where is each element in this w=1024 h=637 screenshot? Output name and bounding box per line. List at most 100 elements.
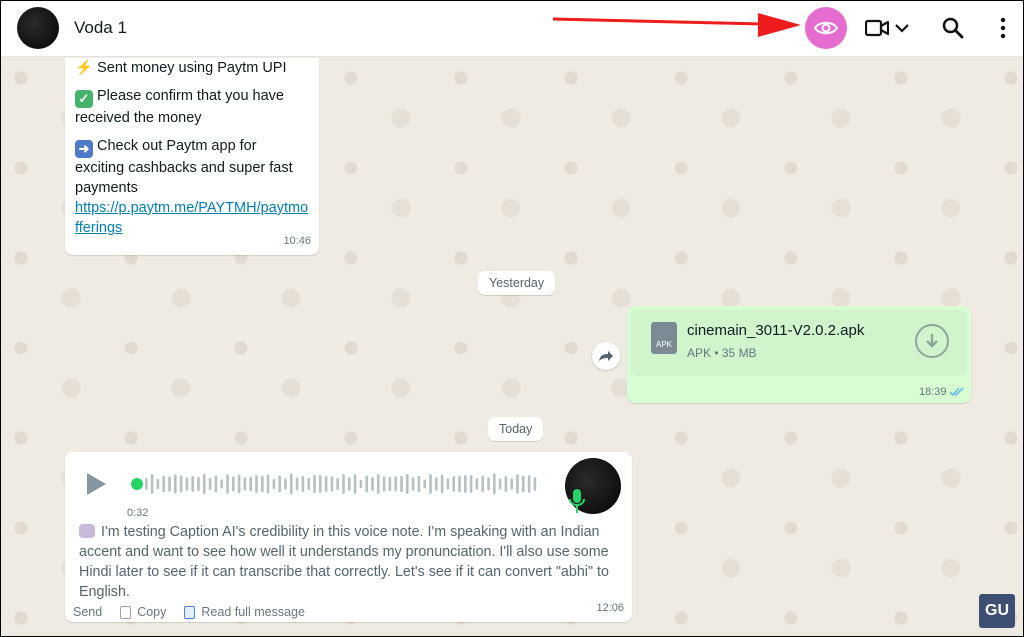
right-arrow-icon: ➜ <box>75 140 93 158</box>
forward-icon <box>599 351 613 361</box>
waveform-bar <box>411 477 415 491</box>
waveform-bar <box>168 476 171 492</box>
view-once-eye-button[interactable] <box>805 7 847 49</box>
waveform-bar <box>162 475 165 493</box>
waveform-bar <box>278 475 281 493</box>
check-mark-icon: ✓ <box>75 90 93 108</box>
waveform-bar <box>348 477 351 491</box>
waveform-bar <box>145 478 148 490</box>
message-time: 12:06 <box>596 602 624 614</box>
waveform-bar <box>440 474 444 494</box>
waveform-bar <box>330 476 334 492</box>
waveform-bar <box>452 476 455 492</box>
waveform-bar <box>458 475 461 493</box>
waveform-bar <box>174 474 177 494</box>
waveform-bar <box>394 476 397 492</box>
date-separator-today: Today <box>488 417 544 441</box>
waveform-bar <box>336 477 339 491</box>
waveform-bar <box>388 476 392 492</box>
double-check-read-icon <box>949 387 964 397</box>
waveform-bar <box>435 477 438 491</box>
chat-panel[interactable]: ⚡ Sent money using Paytm UPI ✓ Please con… <box>1 58 1023 636</box>
video-call-button[interactable] <box>865 15 917 41</box>
video-call-icon <box>865 19 889 37</box>
waveform-bar <box>429 473 432 495</box>
incoming-voice-note[interactable]: 0:32 I'm testing Caption AI's credibilit… <box>65 452 632 622</box>
waveform-bar <box>232 476 235 492</box>
waveform-bar <box>290 473 293 495</box>
waveform-bar <box>469 475 473 493</box>
waveform-bar <box>446 478 450 490</box>
waveform-bar <box>185 477 189 491</box>
waveform-bar <box>382 476 386 492</box>
waveform-bar <box>313 474 316 494</box>
lightning-icon: ⚡ <box>75 60 94 76</box>
file-attachment[interactable]: APK cinemain_3011-V2.0.2.apk APK • 35 MB <box>631 310 967 376</box>
waveform-bar <box>417 475 421 493</box>
search-icon[interactable] <box>941 16 965 40</box>
waveform-bar <box>150 474 154 494</box>
expand-icon <box>184 605 196 619</box>
contact-avatar[interactable] <box>17 7 59 49</box>
waveform-bar <box>272 478 276 490</box>
download-arrow-icon <box>926 334 938 348</box>
robot-icon <box>79 524 95 538</box>
chevron-down-icon <box>895 24 909 33</box>
waveform-bar <box>243 477 247 491</box>
waveform-bar <box>261 475 264 493</box>
waveform-bar <box>266 474 270 494</box>
apk-file-icon: APK <box>651 322 677 354</box>
waveform-bar <box>377 473 380 495</box>
voice-transcript: I'm testing Caption AI's credibility in … <box>79 524 609 600</box>
copy-icon <box>120 605 132 619</box>
waveform-bar <box>295 477 299 491</box>
waveform-bar <box>191 476 194 492</box>
waveform-bar <box>214 475 218 493</box>
kebab-menu-icon[interactable] <box>995 16 1011 40</box>
message-text-partial: ⚡ Sent money using Paytm UPI <box>75 60 287 76</box>
outgoing-message-file[interactable]: APK cinemain_3011-V2.0.2.apk APK • 35 MB… <box>627 306 971 403</box>
eye-icon <box>814 21 838 35</box>
annotation-arrow <box>553 13 801 37</box>
waveform-bar <box>255 475 258 493</box>
waveform-bar <box>510 478 513 490</box>
waveform-bar <box>527 475 531 493</box>
waveform-bar <box>324 475 328 493</box>
read-full-message-action[interactable]: Read full message <box>184 602 305 622</box>
copy-action[interactable]: Copy <box>120 602 166 622</box>
chat-header: Voda 1 <box>1 1 1023 57</box>
incoming-message-paytm[interactable]: ⚡ Sent money using Paytm UPI ✓ Please con… <box>65 58 319 255</box>
waveform-bar <box>516 474 519 494</box>
waveform-bar <box>365 475 368 493</box>
waveform-bar <box>423 479 426 489</box>
date-separator-yesterday: Yesterday <box>478 271 556 295</box>
waveform-bar <box>359 479 363 489</box>
message-text-confirm: ✓ Please confirm that you have received t… <box>75 88 284 126</box>
transcript-actions: Send Copy Read full message <box>73 602 305 622</box>
waveform-bar <box>522 475 525 493</box>
forward-button[interactable] <box>592 342 620 370</box>
waveform-bar <box>400 475 403 493</box>
waveform-bar <box>301 475 305 493</box>
waveform-bar <box>319 474 322 494</box>
waveform-bar <box>156 478 160 490</box>
waveform-bar <box>284 478 287 490</box>
contact-name[interactable]: Voda 1 <box>74 18 127 38</box>
waveform-bar <box>493 473 496 495</box>
waveform-bar <box>203 473 206 495</box>
voice-waveform[interactable] <box>131 470 541 498</box>
waveform-bar <box>371 477 374 491</box>
download-button[interactable] <box>915 324 949 358</box>
play-icon[interactable] <box>85 472 107 496</box>
send-action[interactable]: Send <box>73 602 102 622</box>
paytm-link[interactable]: https://p.paytm.me/PAYTMH/paytmofferings <box>75 198 309 238</box>
waveform-bar <box>406 473 409 495</box>
waveform-bar <box>179 475 183 493</box>
waveform-bar <box>464 474 467 494</box>
waveform-bar <box>197 476 200 492</box>
microphone-icon <box>569 489 585 513</box>
waveform-bar <box>307 477 310 491</box>
voice-progress-handle[interactable] <box>131 478 143 490</box>
message-text-checkout: ➜ Check out Paytm app for exciting cashba… <box>75 138 293 196</box>
waveform-bar <box>504 475 508 493</box>
